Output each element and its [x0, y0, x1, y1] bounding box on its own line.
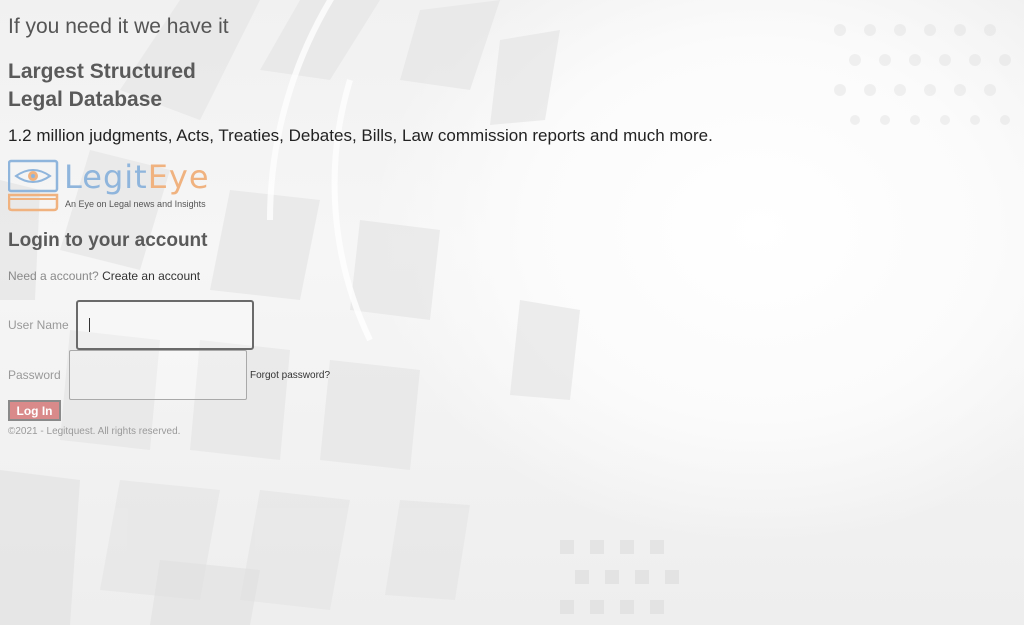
hero-headline-line1: Largest Structured: [8, 60, 196, 83]
forgot-password-link[interactable]: Forgot password?: [250, 370, 330, 381]
text-caret: [89, 318, 90, 332]
hero-headline-line2: Legal Database: [8, 88, 163, 111]
hero-description: 1.2 million judgments, Acts, Treaties, D…: [8, 126, 713, 145]
logo-wordmark: LegitEye: [64, 158, 210, 196]
hero-tagline: If you need it we have it: [8, 15, 229, 38]
create-account-link[interactable]: Create an account: [102, 269, 200, 283]
login-title: Login to your account: [8, 230, 208, 251]
copyright-text: ©2021 - Legitquest. All rights reserved.: [8, 426, 181, 437]
create-account-prompt: Need a account? Create an account: [8, 269, 200, 283]
eye-laptop-icon: [8, 159, 59, 212]
username-input[interactable]: [76, 300, 254, 350]
password-label: Password: [8, 368, 61, 382]
password-input[interactable]: [69, 350, 247, 400]
hero-headline: Largest Structured Legal Database: [8, 58, 196, 114]
username-label: User Name: [8, 318, 69, 332]
legiteye-logo: LegitEye An Eye on Legal news and Insigh…: [8, 158, 218, 214]
need-account-text: Need a account?: [8, 269, 99, 283]
logo-tagline: An Eye on Legal news and Insights: [65, 199, 206, 209]
login-button[interactable]: Log In: [8, 400, 61, 421]
